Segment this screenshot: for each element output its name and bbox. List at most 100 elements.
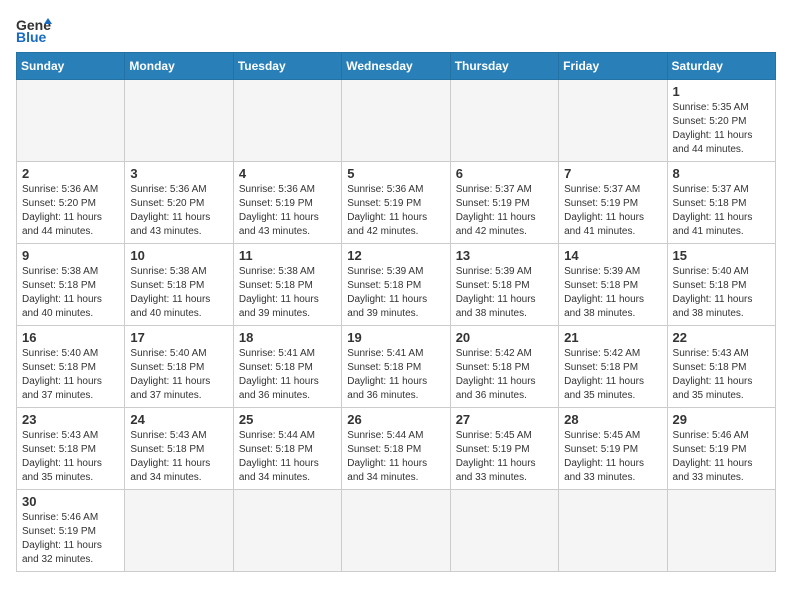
day-number: 19 bbox=[347, 330, 444, 345]
day-info: Sunrise: 5:40 AM Sunset: 5:18 PM Dayligh… bbox=[22, 347, 119, 403]
calendar-cell: 15 Sunrise: 5:40 AM Sunset: 5:18 PM Dayli… bbox=[667, 244, 775, 326]
day-number: 14 bbox=[564, 248, 661, 263]
calendar-week-1: 1 Sunrise: 5:35 AM Sunset: 5:20 PM Daylig… bbox=[17, 80, 776, 162]
calendar-cell bbox=[125, 490, 233, 572]
day-info: Sunrise: 5:37 AM Sunset: 5:19 PM Dayligh… bbox=[456, 183, 553, 239]
calendar-table: SundayMondayTuesdayWednesdayThursdayFrid… bbox=[16, 52, 776, 572]
day-number: 21 bbox=[564, 330, 661, 345]
day-number: 13 bbox=[456, 248, 553, 263]
calendar-cell bbox=[342, 490, 450, 572]
day-info: Sunrise: 5:46 AM Sunset: 5:19 PM Dayligh… bbox=[673, 429, 770, 485]
calendar-cell: 14 Sunrise: 5:39 AM Sunset: 5:18 PM Dayli… bbox=[559, 244, 667, 326]
calendar-cell: 28 Sunrise: 5:45 AM Sunset: 5:19 PM Dayli… bbox=[559, 408, 667, 490]
calendar-week-6: 30 Sunrise: 5:46 AM Sunset: 5:19 PM Dayli… bbox=[17, 490, 776, 572]
calendar-cell: 8Sunrise: 5:37 AM Sunset: 5:18 PM Daylig… bbox=[667, 162, 775, 244]
day-number: 16 bbox=[22, 330, 119, 345]
calendar-week-5: 23 Sunrise: 5:43 AM Sunset: 5:18 PM Dayli… bbox=[17, 408, 776, 490]
calendar-cell bbox=[233, 80, 341, 162]
day-number: 22 bbox=[673, 330, 770, 345]
calendar-cell bbox=[125, 80, 233, 162]
calendar-cell bbox=[667, 490, 775, 572]
calendar-cell: 30 Sunrise: 5:46 AM Sunset: 5:19 PM Dayli… bbox=[17, 490, 125, 572]
day-number: 2 bbox=[22, 166, 119, 181]
calendar-cell: 2Sunrise: 5:36 AM Sunset: 5:20 PM Daylig… bbox=[17, 162, 125, 244]
calendar-cell bbox=[233, 490, 341, 572]
day-number: 9 bbox=[22, 248, 119, 263]
day-header-monday: Monday bbox=[125, 53, 233, 80]
logo-icon: General Blue bbox=[16, 16, 52, 44]
calendar-cell: 22 Sunrise: 5:43 AM Sunset: 5:18 PM Dayli… bbox=[667, 326, 775, 408]
calendar-cell: 12Sunrise: 5:39 AM Sunset: 5:18 PM Dayli… bbox=[342, 244, 450, 326]
calendar-cell: 26Sunrise: 5:44 AM Sunset: 5:18 PM Dayli… bbox=[342, 408, 450, 490]
day-info: Sunrise: 5:41 AM Sunset: 5:18 PM Dayligh… bbox=[347, 347, 444, 403]
day-number: 3 bbox=[130, 166, 227, 181]
day-number: 15 bbox=[673, 248, 770, 263]
calendar-cell: 29Sunrise: 5:46 AM Sunset: 5:19 PM Dayli… bbox=[667, 408, 775, 490]
day-header-thursday: Thursday bbox=[450, 53, 558, 80]
day-number: 30 bbox=[22, 494, 119, 509]
day-info: Sunrise: 5:37 AM Sunset: 5:18 PM Dayligh… bbox=[673, 183, 770, 239]
day-info: Sunrise: 5:37 AM Sunset: 5:19 PM Dayligh… bbox=[564, 183, 661, 239]
page-header: General Blue bbox=[16, 16, 776, 44]
day-number: 25 bbox=[239, 412, 336, 427]
calendar-cell: 9Sunrise: 5:38 AM Sunset: 5:18 PM Daylig… bbox=[17, 244, 125, 326]
calendar-cell: 1 Sunrise: 5:35 AM Sunset: 5:20 PM Daylig… bbox=[667, 80, 775, 162]
day-header-saturday: Saturday bbox=[667, 53, 775, 80]
calendar-cell: 19 Sunrise: 5:41 AM Sunset: 5:18 PM Dayli… bbox=[342, 326, 450, 408]
day-info: Sunrise: 5:46 AM Sunset: 5:19 PM Dayligh… bbox=[22, 511, 119, 567]
svg-text:Blue: Blue bbox=[16, 29, 47, 44]
day-info: Sunrise: 5:36 AM Sunset: 5:19 PM Dayligh… bbox=[239, 183, 336, 239]
day-info: Sunrise: 5:38 AM Sunset: 5:18 PM Dayligh… bbox=[239, 265, 336, 321]
calendar-cell bbox=[450, 80, 558, 162]
day-info: Sunrise: 5:38 AM Sunset: 5:18 PM Dayligh… bbox=[130, 265, 227, 321]
day-number: 28 bbox=[564, 412, 661, 427]
calendar-cell: 11 Sunrise: 5:38 AM Sunset: 5:18 PM Dayli… bbox=[233, 244, 341, 326]
calendar-week-2: 2 Sunrise: 5:36 AM Sunset: 5:20 PM Daylig… bbox=[17, 162, 776, 244]
day-number: 1 bbox=[673, 84, 770, 99]
calendar-cell: 20 Sunrise: 5:42 AM Sunset: 5:18 PM Dayli… bbox=[450, 326, 558, 408]
calendar-cell: 18 Sunrise: 5:41 AM Sunset: 5:18 PM Dayli… bbox=[233, 326, 341, 408]
calendar-cell: 17Sunrise: 5:40 AM Sunset: 5:18 PM Dayli… bbox=[125, 326, 233, 408]
day-info: Sunrise: 5:45 AM Sunset: 5:19 PM Dayligh… bbox=[564, 429, 661, 485]
day-number: 17 bbox=[130, 330, 227, 345]
day-number: 18 bbox=[239, 330, 336, 345]
day-number: 20 bbox=[456, 330, 553, 345]
calendar-cell: 27Sunrise: 5:45 AM Sunset: 5:19 PM Dayli… bbox=[450, 408, 558, 490]
day-info: Sunrise: 5:43 AM Sunset: 5:18 PM Dayligh… bbox=[130, 429, 227, 485]
day-header-sunday: Sunday bbox=[17, 53, 125, 80]
day-info: Sunrise: 5:35 AM Sunset: 5:20 PM Dayligh… bbox=[673, 101, 770, 157]
day-info: Sunrise: 5:36 AM Sunset: 5:20 PM Dayligh… bbox=[130, 183, 227, 239]
day-number: 11 bbox=[239, 248, 336, 263]
day-number: 10 bbox=[130, 248, 227, 263]
calendar-cell: 7Sunrise: 5:37 AM Sunset: 5:19 PM Daylig… bbox=[559, 162, 667, 244]
calendar-cell: 25 Sunrise: 5:44 AM Sunset: 5:18 PM Dayli… bbox=[233, 408, 341, 490]
calendar-cell: 6Sunrise: 5:37 AM Sunset: 5:19 PM Daylig… bbox=[450, 162, 558, 244]
calendar-cell bbox=[559, 490, 667, 572]
day-info: Sunrise: 5:41 AM Sunset: 5:18 PM Dayligh… bbox=[239, 347, 336, 403]
calendar-cell: 4 Sunrise: 5:36 AM Sunset: 5:19 PM Daylig… bbox=[233, 162, 341, 244]
day-info: Sunrise: 5:39 AM Sunset: 5:18 PM Dayligh… bbox=[456, 265, 553, 321]
day-info: Sunrise: 5:44 AM Sunset: 5:18 PM Dayligh… bbox=[239, 429, 336, 485]
day-header-friday: Friday bbox=[559, 53, 667, 80]
calendar-cell: 21 Sunrise: 5:42 AM Sunset: 5:18 PM Dayli… bbox=[559, 326, 667, 408]
calendar-week-3: 9 Sunrise: 5:38 AM Sunset: 5:18 PM Daylig… bbox=[17, 244, 776, 326]
calendar-cell: 24Sunrise: 5:43 AM Sunset: 5:18 PM Dayli… bbox=[125, 408, 233, 490]
logo: General Blue bbox=[16, 16, 52, 44]
calendar-cell: 16 Sunrise: 5:40 AM Sunset: 5:18 PM Dayli… bbox=[17, 326, 125, 408]
day-info: Sunrise: 5:42 AM Sunset: 5:18 PM Dayligh… bbox=[456, 347, 553, 403]
calendar-header-row: SundayMondayTuesdayWednesdayThursdayFrid… bbox=[17, 53, 776, 80]
day-number: 5 bbox=[347, 166, 444, 181]
day-info: Sunrise: 5:42 AM Sunset: 5:18 PM Dayligh… bbox=[564, 347, 661, 403]
day-number: 23 bbox=[22, 412, 119, 427]
day-number: 4 bbox=[239, 166, 336, 181]
day-info: Sunrise: 5:40 AM Sunset: 5:18 PM Dayligh… bbox=[673, 265, 770, 321]
day-number: 26 bbox=[347, 412, 444, 427]
calendar-cell bbox=[342, 80, 450, 162]
day-number: 12 bbox=[347, 248, 444, 263]
calendar-week-4: 16 Sunrise: 5:40 AM Sunset: 5:18 PM Dayli… bbox=[17, 326, 776, 408]
day-info: Sunrise: 5:45 AM Sunset: 5:19 PM Dayligh… bbox=[456, 429, 553, 485]
day-header-wednesday: Wednesday bbox=[342, 53, 450, 80]
calendar-cell: 3 Sunrise: 5:36 AM Sunset: 5:20 PM Daylig… bbox=[125, 162, 233, 244]
day-info: Sunrise: 5:43 AM Sunset: 5:18 PM Dayligh… bbox=[673, 347, 770, 403]
day-info: Sunrise: 5:39 AM Sunset: 5:18 PM Dayligh… bbox=[564, 265, 661, 321]
